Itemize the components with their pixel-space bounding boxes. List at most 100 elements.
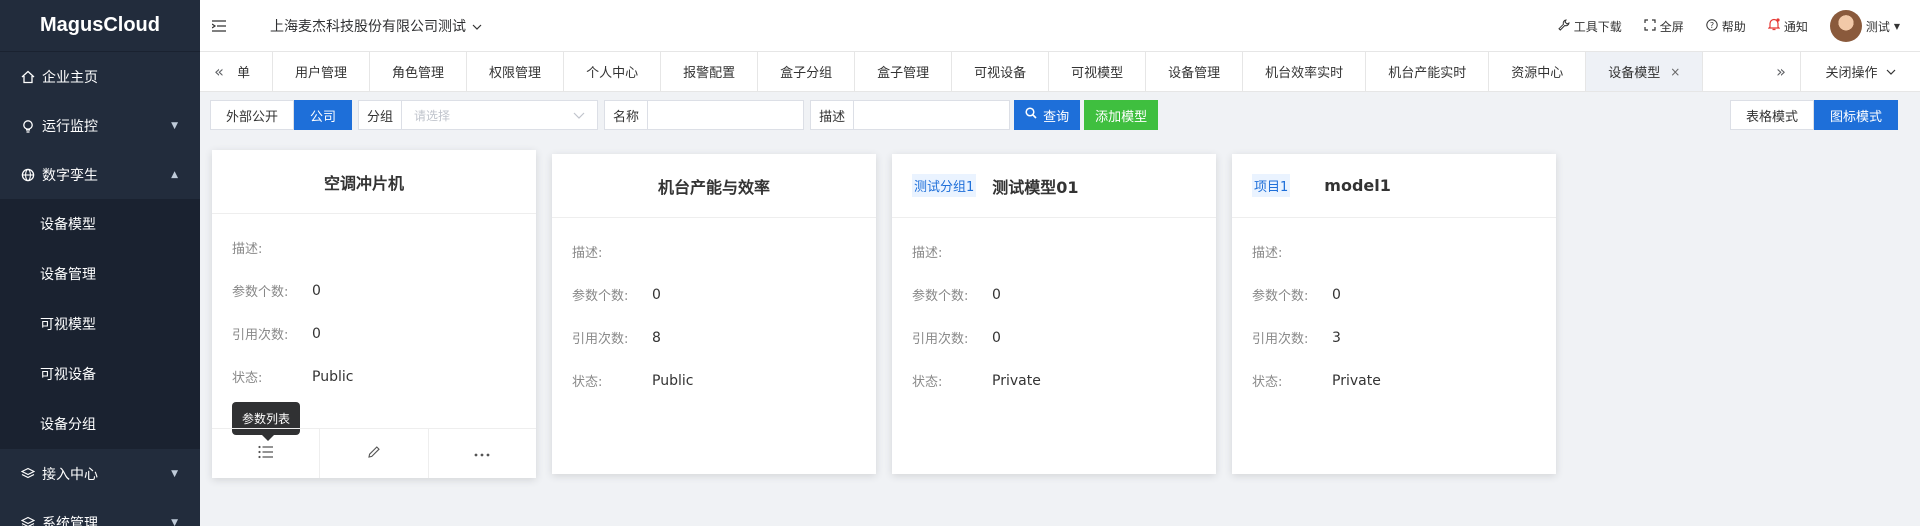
refs-value: 8 (652, 329, 661, 346)
status-key: 状态: (232, 371, 263, 386)
svg-text:?: ? (1710, 21, 1714, 30)
tab-personal-center[interactable]: 个人中心 (564, 52, 662, 91)
submenu-item-device-model[interactable]: 设备模型 (0, 199, 200, 249)
tab-resource-center[interactable]: 资源中心 (1489, 52, 1587, 91)
tab-machine-efficiency[interactable]: 机台效率实时 (1243, 52, 1367, 91)
card-header: 机台产能与效率 (552, 154, 876, 218)
menu-toggle-icon[interactable] (212, 19, 226, 32)
tab-menu[interactable]: 菜单 (238, 52, 274, 91)
table-mode-button[interactable]: 表格模式 (1729, 100, 1814, 130)
submenu-item-visual-model[interactable]: 可视模型 (0, 299, 200, 349)
fullscreen-icon (1644, 18, 1656, 34)
desc-key: 描述: (232, 242, 263, 257)
tab-box-group[interactable]: 盒子分组 (758, 52, 856, 91)
refs-key: 引用次数: (572, 332, 629, 347)
search-label: 查询 (1043, 109, 1070, 125)
fullscreen-button[interactable]: 全屏 (1644, 18, 1684, 35)
tools-download-label: 工具下载 (1573, 19, 1622, 34)
group-select-placeholder: 请选择 (414, 108, 451, 123)
company-selector[interactable]: 上海麦杰科技股份有限公司测试 (270, 16, 482, 36)
tab-alarm-config[interactable]: 报警配置 (661, 52, 759, 91)
sidebar-item-home[interactable]: 企业主页 (0, 52, 200, 101)
scope-company-button[interactable]: 公司 (294, 100, 353, 130)
tab-label: 菜单 (238, 66, 251, 81)
notification-label: 通知 (1783, 19, 1808, 34)
params-key: 参数个数: (572, 289, 629, 304)
tab-visual-model[interactable]: 可视模型 (1049, 52, 1147, 91)
user-menu[interactable]: 测试 ▼ (1829, 10, 1900, 42)
icon-mode-button[interactable]: 图标模式 (1813, 100, 1898, 130)
help-label: 帮助 (1721, 19, 1746, 34)
refs-value: 3 (1332, 329, 1341, 346)
desc-input[interactable] (854, 100, 1011, 130)
tab-label: 可视模型 (1071, 66, 1124, 81)
params-value: 0 (1332, 286, 1341, 303)
card-body: 描述: 参数个数: 0 引用次数: 0 状态: Public (212, 214, 536, 398)
model-card[interactable]: 机台产能与效率 描述: 参数个数: 0 引用次数: 8 状态: Public (552, 154, 876, 474)
sidebar-item-label: 接入中心 (42, 466, 98, 483)
card-body: 描述: 参数个数: 0 引用次数: 8 状态: Public (552, 218, 876, 402)
search-button[interactable]: 查询 (1014, 100, 1081, 130)
tab-label: 用户管理 (295, 66, 348, 81)
submenu-item-visual-device[interactable]: 可视设备 (0, 349, 200, 399)
tab-device-management[interactable]: 设备管理 (1146, 52, 1244, 91)
tab-visual-device[interactable]: 可视设备 (952, 52, 1050, 91)
desc-key: 描述: (572, 246, 603, 261)
name-input[interactable] (648, 100, 805, 130)
status-key: 状态: (912, 375, 943, 390)
group-select[interactable]: 请选择 (402, 100, 599, 130)
sidebar-item-digital-twin[interactable]: 数字孪生 ▲ (0, 150, 200, 199)
tab-machine-capacity[interactable]: 机台产能实时 (1366, 52, 1490, 91)
sidebar-item-system[interactable]: 系统管理 ▼ (0, 498, 200, 526)
layers-icon (20, 515, 36, 526)
model-card[interactable]: 项目1 model1 描述: 参数个数: 0 引用次数: 3 状态: Private (1232, 154, 1556, 474)
close-operations-label: 关闭操作 (1825, 66, 1878, 81)
scope-external-button[interactable]: 外部公开 (210, 100, 295, 130)
params-value: 0 (652, 286, 661, 303)
card-body: 描述: 参数个数: 0 引用次数: 3 状态: Private (1232, 218, 1556, 402)
close-icon[interactable]: × (1670, 65, 1680, 79)
edit-icon (367, 445, 381, 463)
more-button[interactable] (429, 429, 536, 478)
fullscreen-label: 全屏 (1659, 19, 1684, 34)
layers-icon (20, 466, 36, 482)
help-button[interactable]: ? 帮助 (1706, 18, 1746, 35)
tabs-list: 菜单 用户管理 角色管理 权限管理 个人中心 报警配置 盒子分组 盒子管理 可视… (238, 52, 1762, 91)
desc-key: 描述: (912, 246, 943, 261)
add-model-button[interactable]: 添加模型 (1084, 100, 1159, 130)
close-operations-dropdown[interactable]: 关闭操作 (1800, 52, 1920, 91)
card-row-status: 状态: Private (1252, 359, 1536, 402)
tab-permission-management[interactable]: 权限管理 (467, 52, 565, 91)
refs-key: 引用次数: (232, 328, 289, 343)
tab-role-management[interactable]: 角色管理 (370, 52, 468, 91)
home-icon (20, 69, 36, 85)
sidebar-item-access-center[interactable]: 接入中心 ▼ (0, 449, 200, 498)
globe-icon (20, 167, 36, 183)
tabs-scroll-left-icon[interactable]: « (200, 52, 238, 91)
refs-value: 0 (312, 325, 321, 342)
model-card[interactable]: 空调冲片机 描述: 参数个数: 0 引用次数: 0 状态: Public 参数列表 (212, 150, 536, 478)
sidebar: MagusCloud 企业主页 运行监控 ▼ 数字孪生 ▲ 设备模型 设备管理 … (0, 0, 200, 526)
card-body: 描述: 参数个数: 0 引用次数: 0 状态: Private (892, 218, 1216, 402)
submenu-item-device-group[interactable]: 设备分组 (0, 399, 200, 449)
tabs-bar: « 菜单 用户管理 角色管理 权限管理 个人中心 报警配置 盒子分组 盒子管理 … (200, 52, 1920, 92)
params-value: 0 (312, 282, 321, 299)
tabs-scroll-right-icon[interactable]: » (1762, 52, 1800, 91)
company-name: 上海麦杰科技股份有限公司测试 (270, 18, 466, 35)
submenu-digital-twin: 设备模型 设备管理 可视模型 可视设备 设备分组 (0, 199, 200, 449)
model-card[interactable]: 测试分组1 测试模型01 描述: 参数个数: 0 引用次数: 0 状态: Privat… (892, 154, 1216, 474)
card-header: 空调冲片机 (212, 150, 536, 214)
notification-button[interactable]: 通知 (1767, 18, 1808, 35)
tab-user-management[interactable]: 用户管理 (273, 52, 371, 91)
param-list-button[interactable] (212, 429, 321, 478)
card-row-refs: 引用次数: 0 (912, 316, 1196, 359)
view-mode-toggle: 表格模式 图标模式 (1729, 100, 1898, 130)
card-row-params: 参数个数: 0 (912, 273, 1196, 316)
edit-button[interactable] (320, 429, 429, 478)
submenu-item-device-management[interactable]: 设备管理 (0, 249, 200, 299)
tab-device-model[interactable]: 设备模型 × (1586, 52, 1704, 91)
tab-box-management[interactable]: 盒子管理 (855, 52, 953, 91)
name-label: 名称 (604, 100, 649, 130)
tools-download-button[interactable]: 工具下载 (1558, 18, 1622, 35)
sidebar-item-monitor[interactable]: 运行监控 ▼ (0, 101, 200, 150)
